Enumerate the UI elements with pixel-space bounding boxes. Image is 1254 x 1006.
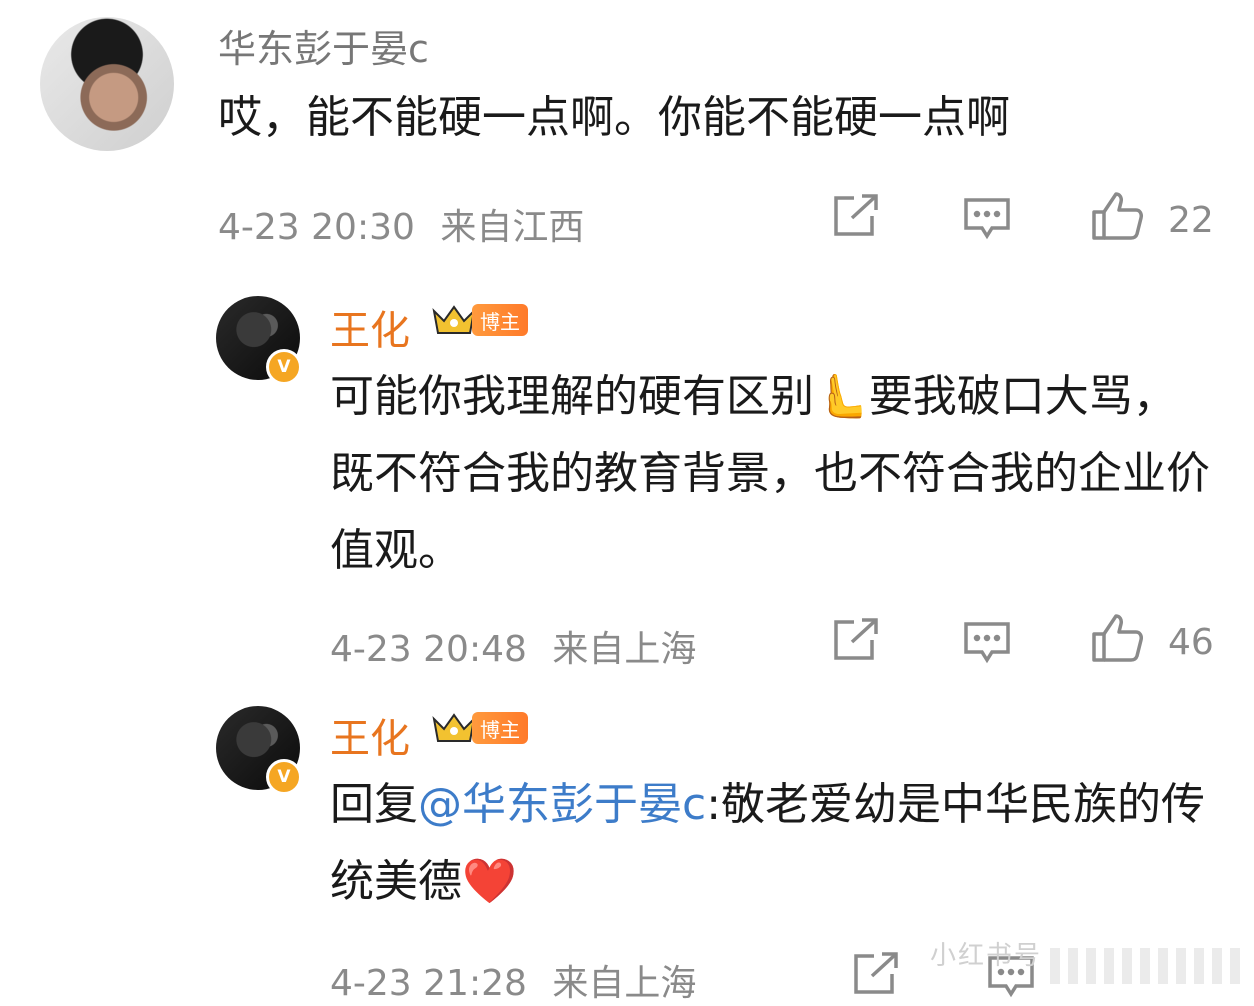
avatar[interactable] [40,17,174,151]
crown-icon [432,305,476,335]
crown-icon [432,713,476,743]
comment-icon[interactable] [962,620,1012,666]
blogger-badge: 博主 [472,712,528,744]
reply-meta: 4-23 21:28 来自上海 [330,954,696,1006]
comment-username[interactable]: 华东彭于晏c [218,18,429,73]
share-icon[interactable] [852,952,900,996]
mention-link[interactable]: @华东彭于晏c [418,779,706,830]
comment-location: 来自江西 [440,207,585,248]
share-icon[interactable] [832,618,880,662]
reply-date: 4-23 20:48 [330,629,527,670]
comment-meta: 4-23 20:30 来自江西 [218,198,584,250]
reply-username[interactable]: 王化 [330,298,410,356]
reply-date: 4-23 21:28 [330,963,527,1004]
reply-text: 回复@华东彭于晏c:敬老爱幼是中华民族的传统美德❤️ [330,766,1210,920]
like-count: 46 [1168,622,1214,663]
watermark-bars [1050,948,1240,984]
comment-icon[interactable] [962,196,1012,242]
reply-prefix: 回复 [330,779,418,830]
like-icon[interactable] [1090,612,1144,664]
like-count: 22 [1168,200,1214,241]
share-icon[interactable] [832,194,880,238]
verified-icon: V [266,349,302,385]
verified-icon: V [266,759,302,795]
watermark: 小红书号 [930,941,1043,971]
reply-meta: 4-23 20:48 来自上海 [330,620,696,672]
reply-location: 来自上海 [552,629,697,670]
comment-text: 哎，能不能硬一点啊。你能不能硬一点啊 [218,92,1010,143]
reply-text: 可能你我理解的硬有区别🫷要我破口大骂，既不符合我的教育背景，也不符合我的企业价值… [330,371,1210,576]
reply-username[interactable]: 王化 [330,706,410,764]
reply-location: 来自上海 [552,963,697,1004]
blogger-badge: 博主 [472,304,528,336]
comment-date: 4-23 20:30 [218,207,415,248]
like-icon[interactable] [1090,190,1144,242]
